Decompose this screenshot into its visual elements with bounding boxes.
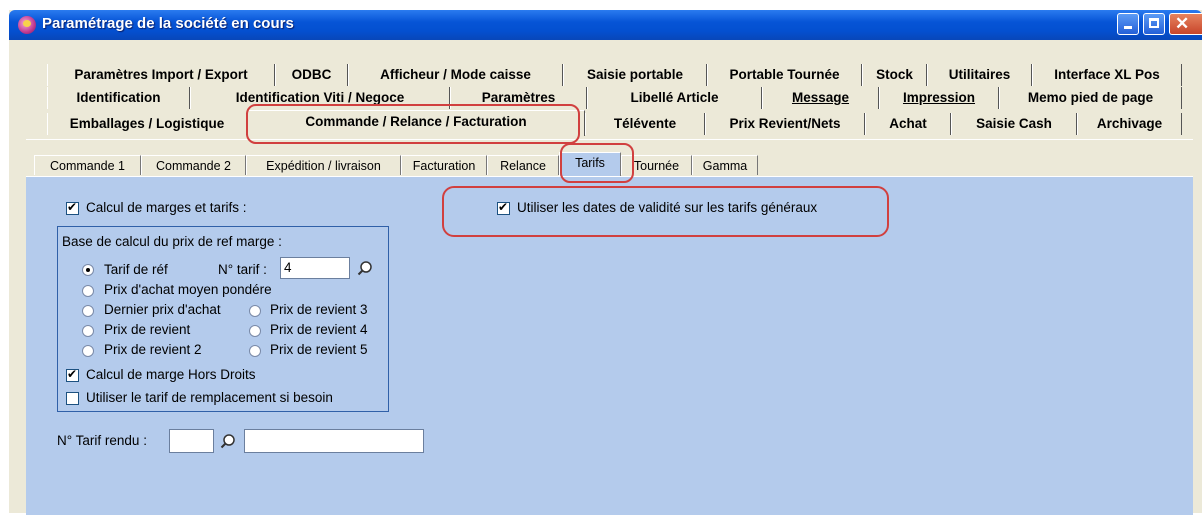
calcul-marges-checkbox[interactable] [66,200,79,215]
tarif-rendu-description-input[interactable] [244,429,424,453]
radio-prix-revient[interactable] [82,325,94,337]
remplacement-checkbox[interactable] [66,392,79,405]
tab-achat[interactable]: Achat [865,113,951,135]
tab-afficheur[interactable]: Afficheur / Mode caisse [348,64,563,86]
window-title: Paramétrage de la société en cours [42,15,294,32]
tarif-ref-label: Tarif de réf [104,262,168,277]
title-bar[interactable]: Paramétrage de la société en cours [9,10,1202,40]
subtab-relance[interactable]: Relance [487,155,559,175]
tarif-rendu-label: N° Tarif rendu : [57,433,147,448]
tarif-rendu-code-input[interactable] [169,429,214,453]
background-edge [0,0,9,513]
highlight-utiliser-dates [442,186,889,237]
prix-revient-label: Prix de revient [104,322,191,337]
subtab-commande-1[interactable]: Commande 1 [34,155,141,175]
subtab-commande-2[interactable]: Commande 2 [141,155,246,175]
dernier-prix-achat-label: Dernier prix d'achat [104,302,221,317]
hors-droits-label: Calcul de marge Hors Droits [86,367,256,382]
radio-prix-revient-3[interactable] [249,305,261,317]
prix-revient-4-label: Prix de revient 4 [270,322,368,337]
tab-saisie-cash[interactable]: Saisie Cash [951,113,1077,135]
subtab-gamma[interactable]: Gamma [692,155,758,175]
subtab-expedition-livraison[interactable]: Expédition / livraison [246,155,401,175]
prix-achat-moyen-label: Prix d'achat moyen pondére [104,282,272,297]
maximize-button[interactable] [1143,13,1165,35]
tab-odbc[interactable]: ODBC [275,64,348,86]
tab-identification[interactable]: Identification [47,87,190,109]
tab-message[interactable]: Message [762,87,879,109]
radio-tarif-ref[interactable] [82,264,94,276]
close-button[interactable] [1169,13,1202,35]
search-icon[interactable] [357,260,373,276]
tab-prix-revient-nets[interactable]: Prix Revient/Nets [705,113,865,135]
highlight-tarifs-subtab [560,143,634,183]
radio-prix-revient-4[interactable] [249,325,261,337]
prix-revient-3-label: Prix de revient 3 [270,302,368,317]
tab-libelle-article[interactable]: Libellé Article [587,87,762,109]
tab-saisie-portable[interactable]: Saisie portable [563,64,707,86]
tab-archivage[interactable]: Archivage [1077,113,1182,135]
num-tarif-label: N° tarif : [218,262,267,277]
tab-parametres-import-export[interactable]: Paramètres Import / Export [47,64,275,86]
base-calcul-group [57,226,389,412]
app-icon [18,16,36,34]
radio-prix-achat-moyen[interactable] [82,285,94,297]
tab-impression[interactable]: Impression [879,87,999,109]
prix-revient-5-label: Prix de revient 5 [270,342,368,357]
radio-prix-revient-5[interactable] [249,345,261,357]
remplacement-label: Utiliser le tarif de remplacement si bes… [86,390,333,405]
tab-memo-pied-de-page[interactable]: Memo pied de page [999,87,1182,109]
tab-portable-tournee[interactable]: Portable Tournée [707,64,862,86]
num-tarif-input[interactable]: 4 [280,257,350,279]
base-calcul-title: Base de calcul du prix de ref marge : [62,234,282,249]
tab-stock[interactable]: Stock [862,64,927,86]
radio-dernier-prix-achat[interactable] [82,305,94,317]
radio-prix-revient-2[interactable] [82,345,94,357]
prix-revient-2-label: Prix de revient 2 [104,342,202,357]
tab-interface-xl-pos[interactable]: Interface XL Pos [1032,64,1182,86]
tab-emballages-logistique[interactable]: Emballages / Logistique [47,113,247,135]
hors-droits-checkbox[interactable] [66,367,79,382]
highlight-commande-tab [246,104,580,144]
subtab-facturation[interactable]: Facturation [401,155,487,175]
tab-televente[interactable]: Télévente [585,113,705,135]
calcul-marges-label: Calcul de marges et tarifs : [86,200,247,215]
minimize-button[interactable] [1117,13,1139,35]
search-icon[interactable] [220,433,236,449]
tab-utilitaires[interactable]: Utilitaires [927,64,1032,86]
